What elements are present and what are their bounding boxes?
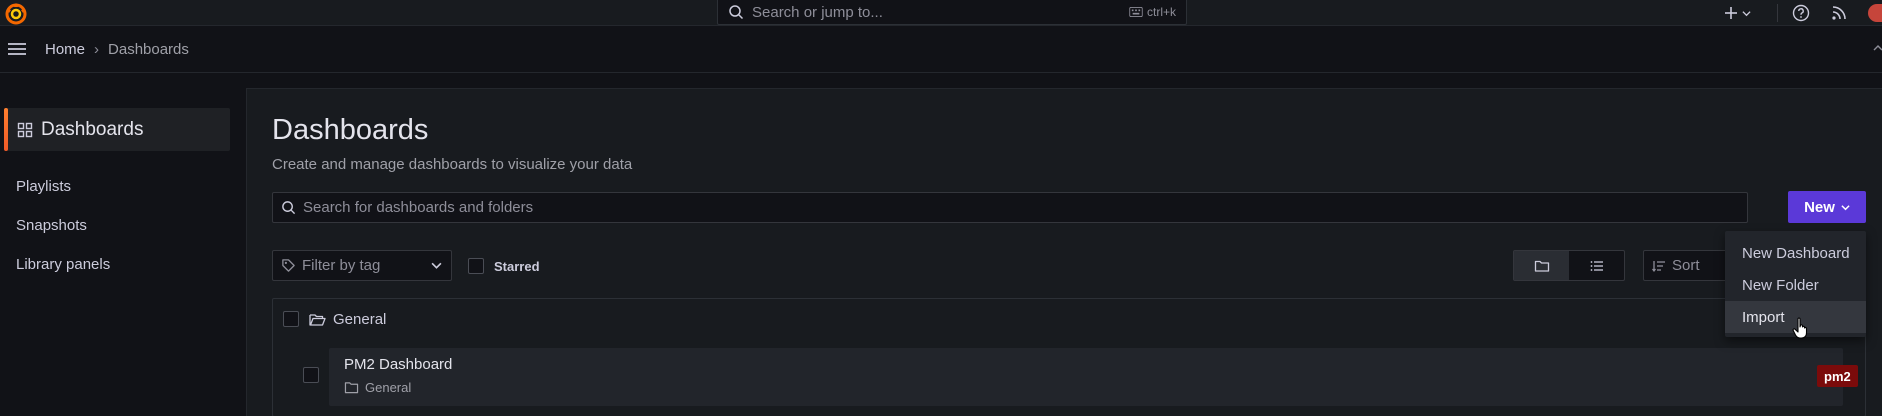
folder-icon	[344, 381, 359, 394]
search-placeholder: Search or jump to...	[752, 3, 883, 21]
add-new-button[interactable]	[1724, 6, 1751, 20]
topbar-actions	[1724, 0, 1882, 26]
search-icon	[281, 200, 296, 215]
shortcut-text: ctrl+k	[1146, 5, 1176, 19]
dashboard-location: General	[344, 380, 411, 395]
folder-view-button[interactable]	[1514, 251, 1569, 280]
dashboard-title[interactable]: PM2 Dashboard	[344, 356, 452, 373]
breadcrumb-bar: Home › Dashboards	[0, 26, 1882, 73]
tag-icon	[281, 258, 296, 273]
filter-tag-placeholder: Filter by tag	[302, 257, 381, 274]
top-navbar: Search or jump to... ctrl+k	[0, 0, 1882, 26]
starred-label: Starred	[494, 258, 540, 274]
chevron-down-icon	[431, 260, 443, 272]
dashboard-folder-list: General PM2 Dashboard General pm2	[272, 298, 1866, 416]
filter-by-tag-select[interactable]: Filter by tag	[272, 250, 452, 281]
chevron-down-icon	[1742, 9, 1751, 18]
dashboard-tag[interactable]: pm2	[1817, 365, 1858, 387]
dashboard-search-input[interactable]: Search for dashboards and folders	[272, 192, 1748, 223]
menu-toggle-icon[interactable]	[7, 41, 27, 57]
grafana-logo-icon[interactable]	[4, 1, 28, 25]
breadcrumb-home[interactable]: Home	[45, 41, 85, 58]
dashboard-row[interactable]: PM2 Dashboard General pm2	[329, 348, 1858, 406]
folder-row-general[interactable]: General	[273, 299, 1865, 339]
breadcrumb-separator: ›	[94, 40, 100, 58]
list-icon	[1589, 258, 1605, 274]
sidebar-item-snapshots[interactable]: Snapshots	[16, 217, 87, 234]
starred-checkbox[interactable]	[468, 258, 484, 274]
keyboard-shortcut-hint: ctrl+k	[1129, 5, 1176, 19]
folder-checkbox[interactable]	[283, 311, 299, 327]
search-icon	[728, 4, 744, 20]
starred-filter[interactable]: Starred	[468, 258, 540, 274]
topbar-divider	[1777, 4, 1778, 22]
keyboard-icon	[1129, 7, 1143, 17]
breadcrumb-current: Dashboards	[108, 40, 189, 58]
dashboard-search-placeholder: Search for dashboards and folders	[303, 199, 534, 216]
page-title: Dashboards	[272, 114, 429, 146]
dashboard-checkbox[interactable]	[303, 367, 319, 383]
new-button[interactable]: New	[1788, 191, 1866, 223]
apps-icon	[17, 122, 33, 138]
view-mode-toggle	[1513, 250, 1625, 281]
new-button-label: New	[1804, 198, 1835, 216]
list-view-button[interactable]	[1569, 251, 1624, 280]
page-subtitle: Create and manage dashboards to visualiz…	[272, 156, 633, 173]
rss-icon[interactable]	[1830, 4, 1848, 22]
sidebar-item-dashboards[interactable]: Dashboards	[4, 108, 230, 151]
hand-pointer-cursor-icon	[1792, 317, 1810, 339]
dashboard-folder-name: General	[365, 380, 412, 395]
sort-placeholder: Sort	[1672, 257, 1700, 274]
global-search-input[interactable]: Search or jump to... ctrl+k	[717, 0, 1187, 25]
folder-open-icon	[309, 312, 326, 327]
sidebar-item-library-panels[interactable]: Library panels	[16, 256, 110, 273]
sidebar-active-label: Dashboards	[41, 118, 144, 140]
sort-select[interactable]: Sort	[1643, 250, 1733, 281]
menu-item-new-dashboard[interactable]: New Dashboard	[1725, 237, 1866, 269]
sidebar-item-playlists[interactable]: Playlists	[16, 178, 71, 195]
menu-item-new-folder[interactable]: New Folder	[1725, 269, 1866, 301]
sort-icon	[1652, 259, 1666, 273]
help-icon[interactable]	[1792, 4, 1810, 22]
collapse-icon[interactable]	[1872, 42, 1882, 56]
dashboards-main-panel: Dashboards Create and manage dashboards …	[246, 88, 1882, 416]
plus-icon	[1724, 6, 1738, 20]
folder-name: General	[333, 310, 387, 328]
user-avatar[interactable]	[1868, 4, 1882, 22]
section-sidebar: Dashboards Playlists Snapshots Library p…	[0, 74, 246, 416]
folder-icon	[1534, 258, 1550, 274]
active-indicator	[4, 108, 8, 151]
chevron-down-icon	[1841, 203, 1850, 212]
